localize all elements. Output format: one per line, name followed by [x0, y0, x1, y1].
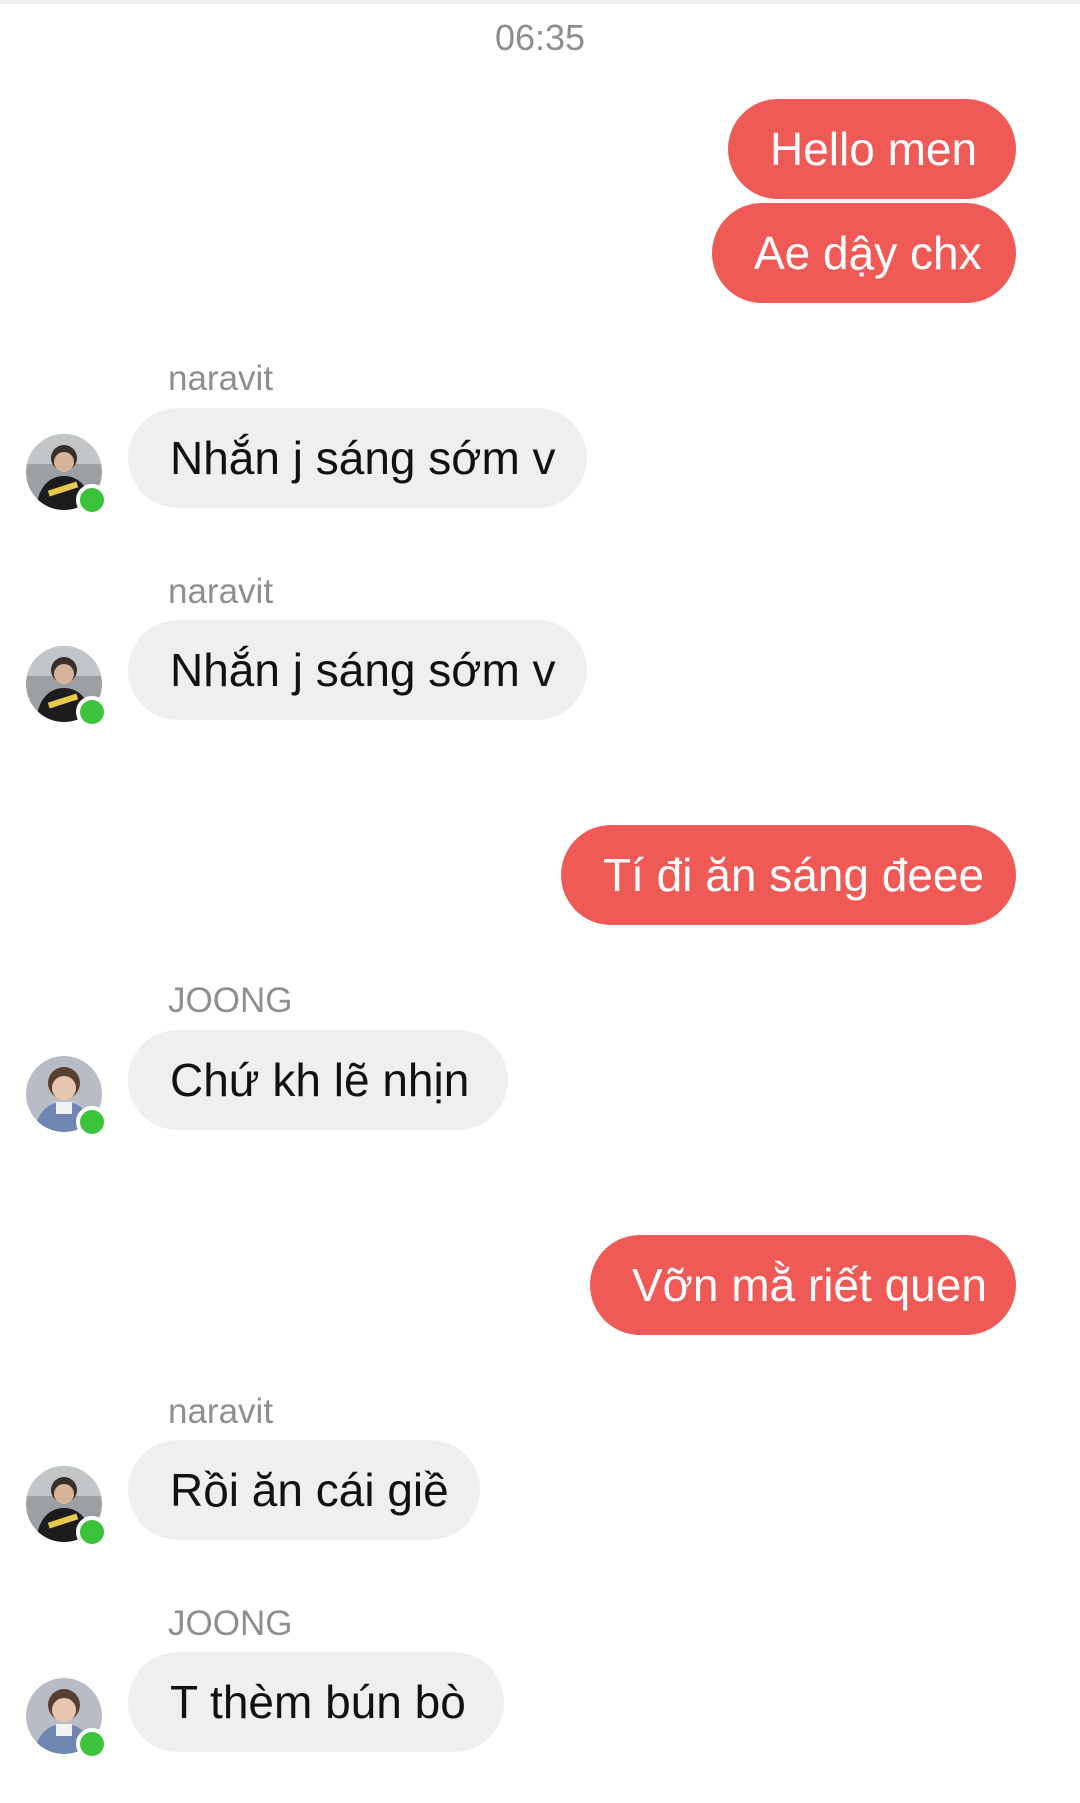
incoming-message[interactable]: Nhắn j sáng sớm v	[128, 408, 587, 508]
sender-name: naravit	[168, 572, 274, 611]
top-divider	[0, 0, 1080, 4]
online-status-icon	[76, 1728, 108, 1760]
online-status-icon	[76, 1106, 108, 1138]
avatar-naravit[interactable]	[26, 1466, 108, 1548]
incoming-message[interactable]: Rồi ăn cái giề	[128, 1440, 480, 1540]
online-status-icon	[76, 696, 108, 728]
outgoing-message[interactable]: Ae dậy chx	[712, 203, 1016, 303]
outgoing-message[interactable]: Hello men	[728, 99, 1016, 199]
avatar-joong[interactable]	[26, 1678, 108, 1760]
message-timestamp: 06:35	[494, 17, 586, 58]
incoming-message[interactable]: Nhắn j sáng sớm v	[128, 620, 587, 720]
sender-name: naravit	[168, 359, 274, 398]
avatar-naravit[interactable]	[26, 646, 108, 728]
outgoing-message[interactable]: Vỡn mằ riết quen	[590, 1235, 1016, 1335]
avatar-naravit[interactable]	[26, 434, 108, 516]
outgoing-message[interactable]: Tí đi ăn sáng đeee	[561, 825, 1016, 925]
sender-name: naravit	[168, 1392, 274, 1431]
sender-name: JOONG	[168, 1604, 293, 1643]
sender-name: JOONG	[168, 981, 293, 1020]
avatar-joong[interactable]	[26, 1056, 108, 1138]
incoming-message[interactable]: Chứ kh lẽ nhịn	[128, 1030, 508, 1130]
online-status-icon	[76, 1516, 108, 1548]
online-status-icon	[76, 484, 108, 516]
incoming-message[interactable]: T thèm bún bò	[128, 1652, 504, 1752]
